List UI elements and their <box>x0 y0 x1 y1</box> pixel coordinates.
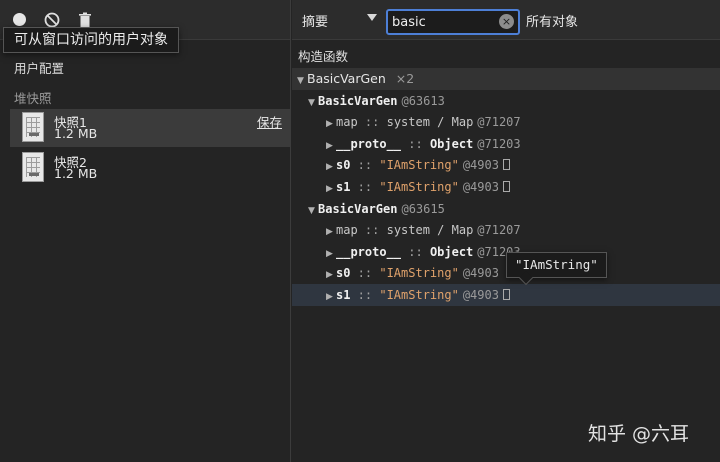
object-id: @71203 <box>477 136 521 151</box>
property-separator: :: <box>401 136 430 151</box>
snapshot-icon <box>22 112 44 142</box>
property-key: s1 <box>336 179 351 194</box>
object-id: @4903 <box>462 287 499 302</box>
heap-snapshots-heading: 堆快照 <box>14 91 52 106</box>
snapshot-item[interactable]: 快照2 1.2 MB <box>10 149 290 187</box>
property-separator: :: <box>350 179 380 194</box>
object-id: @71207 <box>477 115 521 130</box>
constructor-name: BasicVarGen <box>307 71 386 86</box>
property-key: s1 <box>336 287 351 302</box>
tooltip: 可从窗口访问的用户对象 <box>3 27 179 53</box>
reveal-icon[interactable] <box>502 288 510 300</box>
class-filter[interactable]: × <box>386 9 520 35</box>
view-toolbar: 摘要 × 所有对象 <box>292 0 720 40</box>
property-separator: :: <box>357 223 387 238</box>
property-key: map <box>336 115 358 130</box>
reveal-icon[interactable] <box>502 180 510 192</box>
instance-row[interactable]: ▼ BasicVarGen @63613 <box>292 90 720 112</box>
value-tooltip: "IAmString" <box>506 252 607 286</box>
instance-count: ×2 <box>395 71 415 86</box>
string-value: "IAmString" <box>379 179 459 194</box>
property-row[interactable]: ▶ map :: system / Map @71207 <box>292 219 720 241</box>
save-link[interactable]: 保存 <box>257 112 282 131</box>
property-separator: :: <box>401 244 430 259</box>
property-row[interactable]: ▶ s1 :: "IAmString" @4903 <box>292 283 720 309</box>
string-value: "IAmString" <box>379 287 459 302</box>
property-separator: :: <box>350 266 380 281</box>
reveal-icon[interactable] <box>502 159 510 171</box>
instance-name: BasicVarGen <box>318 201 398 216</box>
trash-icon[interactable] <box>77 12 93 28</box>
snapshot-view: 摘要 × 所有对象 构造函数 ▼BasicVarGen ×2 ▼BasicVar… <box>292 0 720 462</box>
property-row[interactable]: ▶ s1 :: "IAmString" @4903 <box>292 176 720 198</box>
tooltip-text: "IAmString" <box>515 257 598 272</box>
snapshot-item[interactable]: 快照1 1.2 MB 保存 <box>10 109 290 147</box>
property-key: __proto__ <box>336 244 402 259</box>
property-key: map <box>336 223 358 238</box>
property-value: Object <box>429 136 474 151</box>
string-value: "IAmString" <box>379 158 459 173</box>
property-row[interactable]: ▶ map :: system / Map @71207 <box>292 111 720 133</box>
clear-search-icon[interactable]: × <box>499 14 514 29</box>
view-select[interactable]: 摘要 <box>302 11 328 30</box>
watermark: 知乎 @六耳 <box>588 423 690 445</box>
objects-select[interactable]: 所有对象 <box>526 11 578 30</box>
property-separator: :: <box>350 287 380 302</box>
record-icon[interactable] <box>12 12 28 28</box>
property-separator: :: <box>350 158 380 173</box>
snapshot-size: 1.2 MB <box>54 126 98 141</box>
snapshot-icon <box>22 152 44 182</box>
property-value: system / Map <box>386 223 474 238</box>
property-value: Object <box>429 244 474 259</box>
object-id: @4903 <box>462 266 499 281</box>
string-value: "IAmString" <box>379 266 459 281</box>
expand-triangle-icon[interactable]: ▶ <box>326 287 336 309</box>
property-separator: :: <box>357 115 387 130</box>
class-filter-input[interactable] <box>392 13 496 31</box>
property-key: s0 <box>336 158 351 173</box>
property-row[interactable]: ▶ __proto__ :: Object @71203 <box>292 133 720 155</box>
profiles-heading: 用户配置 <box>14 61 65 76</box>
property-value: system / Map <box>386 115 474 130</box>
property-key: __proto__ <box>336 136 402 151</box>
object-id: @71207 <box>477 223 521 238</box>
clear-icon[interactable] <box>44 12 60 28</box>
object-id: @63615 <box>401 201 445 216</box>
instance-name: BasicVarGen <box>318 93 398 108</box>
constructor-group-row[interactable]: ▼ BasicVarGen ×2 <box>292 68 720 90</box>
property-row[interactable]: ▶ s0 :: "IAmString" @4903 <box>292 154 720 176</box>
object-id: @63613 <box>401 93 445 108</box>
profiles-sidebar: 用户配置 堆快照 快照1 1.2 MB 保存 快照2 1.2 MB <box>0 0 291 462</box>
object-id: @4903 <box>462 158 499 173</box>
chevron-down-icon[interactable] <box>367 14 377 21</box>
constructor-column-header[interactable]: 构造函数 <box>292 47 720 67</box>
snapshot-size: 1.2 MB <box>54 166 98 181</box>
property-key: s0 <box>336 266 351 281</box>
object-id: @4903 <box>462 179 499 194</box>
instance-row[interactable]: ▼ BasicVarGen @63615 <box>292 198 720 220</box>
